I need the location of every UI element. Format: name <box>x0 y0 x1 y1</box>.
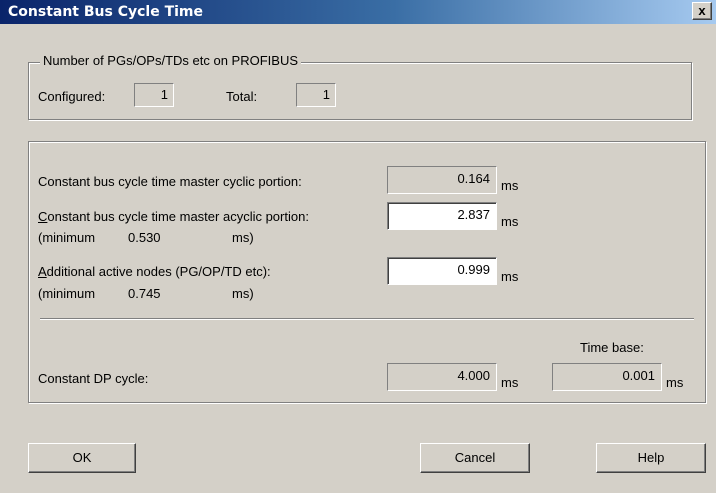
total-value: 1 <box>296 83 336 107</box>
acyclic-portion-label: Constant bus cycle time master acyclic p… <box>38 209 309 224</box>
pg-count-legend: Number of PGs/OPs/TDs etc on PROFIBUS <box>40 53 302 68</box>
pg-count-group <box>28 62 692 120</box>
acyclic-portion-accel: C <box>38 209 48 224</box>
group-separator <box>40 318 694 320</box>
additional-nodes-accel: A <box>38 264 47 279</box>
window-title: Constant Bus Cycle Time <box>8 4 204 20</box>
dp-cycle-label: Constant DP cycle: <box>38 371 149 386</box>
additional-nodes-label: Additional active nodes (PG/OP/TD etc): <box>38 264 271 279</box>
acyclic-portion-label-text: onstant bus cycle time master acyclic po… <box>47 209 309 224</box>
nodes-min-label: (minimum <box>38 286 96 301</box>
total-label: Total: <box>226 89 258 104</box>
cyclic-portion-value: 0.164 <box>387 166 497 194</box>
dp-cycle-value: 4.000 <box>387 363 497 391</box>
cancel-button[interactable]: Cancel <box>420 443 530 473</box>
nodes-min-unit: ms) <box>232 286 254 301</box>
time-base-unit: ms <box>666 375 684 390</box>
acyclic-portion-unit: ms <box>501 214 519 229</box>
time-base-value: 0.001 <box>552 363 662 391</box>
time-base-label: Time base: <box>580 340 644 355</box>
acyclic-min-label: (minimum <box>38 230 96 245</box>
cyclic-portion-label: Constant bus cycle time master cyclic po… <box>38 174 302 189</box>
acyclic-min-unit: ms) <box>232 230 254 245</box>
configured-label: Configured: <box>38 89 106 104</box>
dp-cycle-unit: ms <box>501 375 519 390</box>
close-icon: x <box>698 3 706 18</box>
close-button[interactable]: x <box>692 2 712 20</box>
acyclic-min-value: 0.530 <box>128 230 161 245</box>
cyclic-portion-unit: ms <box>501 178 519 193</box>
additional-nodes-label-text: dditional active nodes (PG/OP/TD etc): <box>46 264 271 279</box>
additional-nodes-input[interactable]: 0.999 <box>387 257 497 285</box>
ok-button[interactable]: OK <box>28 443 136 473</box>
help-button[interactable]: Help <box>596 443 706 473</box>
configured-value: 1 <box>134 83 174 107</box>
acyclic-portion-input[interactable]: 2.837 <box>387 202 497 230</box>
additional-nodes-unit: ms <box>501 269 519 284</box>
nodes-min-value: 0.745 <box>128 286 161 301</box>
